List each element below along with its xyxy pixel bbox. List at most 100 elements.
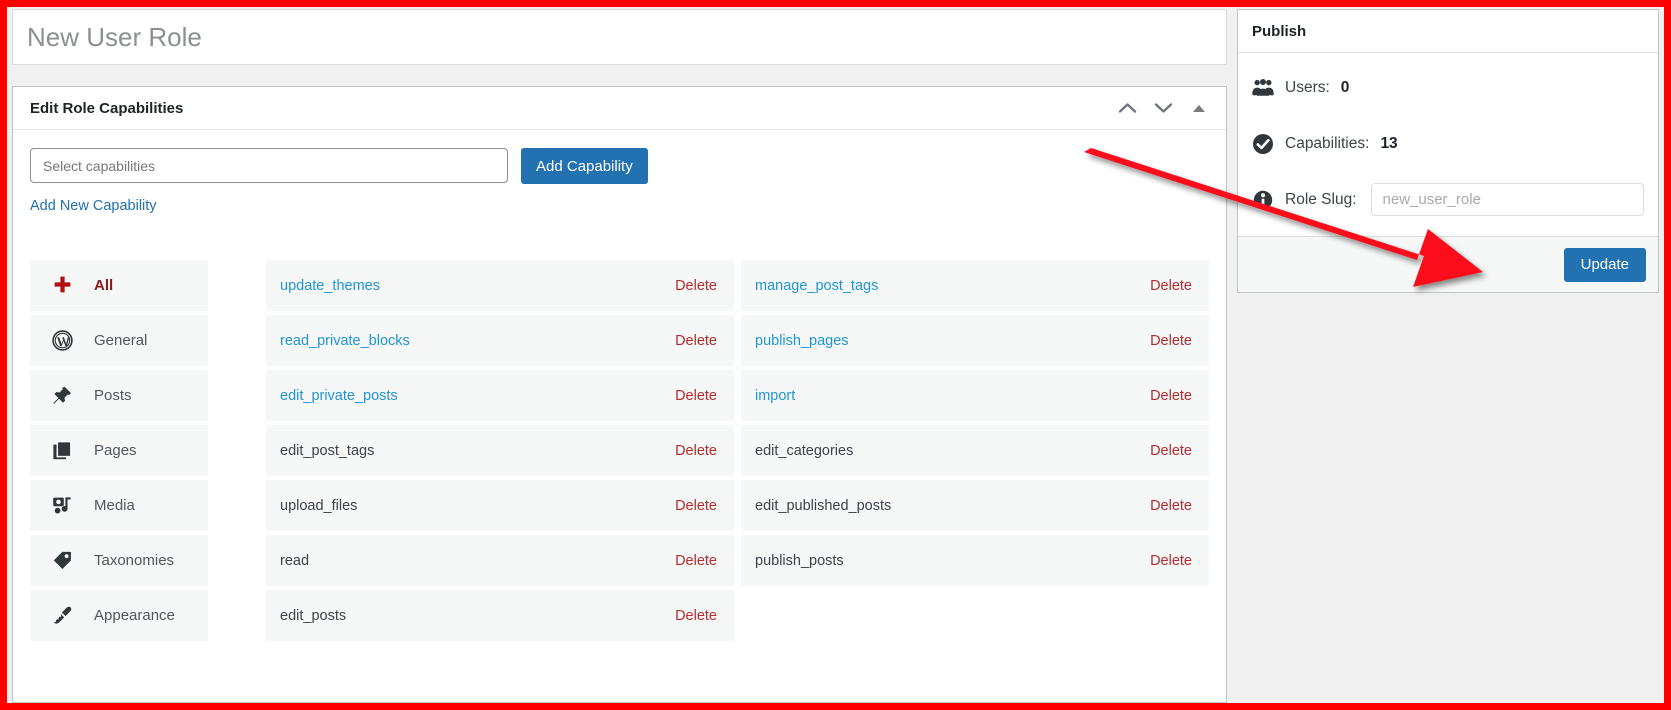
edit-role-capabilities-panel: Edit Role Capabilities (12, 86, 1227, 703)
capability-name[interactable]: update_themes (280, 278, 380, 294)
users-label: Users: (1285, 79, 1330, 97)
delete-capability-link[interactable]: Delete (675, 608, 717, 624)
select-capabilities-input[interactable] (30, 148, 508, 183)
capability-column: manage_post_tags Delete publish_pages Delet… (741, 260, 1209, 702)
brush-icon (52, 605, 73, 626)
triangle-up-icon (1193, 105, 1205, 112)
pages-icon (52, 440, 73, 461)
capability-row: publish_posts Delete (741, 535, 1209, 586)
capability-name: edit_published_posts (755, 498, 891, 514)
cap-tab-pages[interactable]: Pages (30, 425, 208, 476)
cap-tab-taxonomies[interactable]: Taxonomies (30, 535, 208, 586)
cap-tab-general[interactable]: General (30, 315, 208, 366)
capability-row: update_themes Delete (266, 260, 734, 311)
capability-name[interactable]: read_private_blocks (280, 333, 410, 349)
capability-row: edit_private_posts Delete (266, 370, 734, 421)
role-title-input[interactable] (13, 22, 1226, 53)
pin-icon (52, 385, 73, 406)
check-circle-icon (1252, 133, 1274, 155)
capability-name[interactable]: manage_post_tags (755, 278, 878, 294)
delete-capability-link[interactable]: Delete (1150, 278, 1192, 294)
capability-row: edit_posts Delete (266, 590, 734, 641)
role-title-box (12, 9, 1227, 65)
move-down-icon[interactable] (1148, 93, 1178, 123)
publish-panel: Publish Users: 0 (1237, 9, 1659, 293)
capabilities-area: All General Posts Pages Media Taxonomies Appea… (30, 260, 1209, 702)
delete-capability-link[interactable]: Delete (1150, 553, 1192, 569)
toggle-panel-icon[interactable] (1184, 93, 1214, 123)
cap-tab-appearance[interactable]: Appearance (30, 590, 208, 641)
cap-tab-label: Appearance (94, 607, 175, 624)
panel-heading: Edit Role Capabilities (30, 100, 1112, 117)
capability-row: manage_post_tags Delete (741, 260, 1209, 311)
cap-tab-posts[interactable]: Posts (30, 370, 208, 421)
plus-icon (52, 275, 73, 296)
panel-header-controls (1112, 93, 1214, 123)
sidebar-column: Publish Users: 0 (1232, 7, 1664, 703)
capability-name: publish_posts (755, 553, 844, 569)
info-key-icon (1252, 189, 1274, 211)
role-slug-row: Role Slug: (1252, 181, 1644, 218)
capability-name: edit_post_tags (280, 443, 374, 459)
panel-body: Add Capability Add New Capability All Gen… (13, 130, 1226, 702)
capability-name: read (280, 553, 309, 569)
capability-type-tabs: All General Posts Pages Media Taxonomies Appea… (30, 260, 208, 702)
panel-header: Edit Role Capabilities (13, 87, 1226, 130)
capability-row: read_private_blocks Delete (266, 315, 734, 366)
capabilities-label: Capabilities: (1285, 135, 1369, 153)
cap-tab-label: Media (94, 497, 135, 514)
delete-capability-link[interactable]: Delete (1150, 498, 1192, 514)
delete-capability-link[interactable]: Delete (675, 443, 717, 459)
role-slug-input[interactable] (1371, 183, 1644, 216)
capability-column: update_themes Delete read_private_blocks De… (266, 260, 734, 702)
capabilities-row: Capabilities: 13 (1252, 125, 1644, 162)
update-button[interactable]: Update (1564, 248, 1646, 282)
capability-name[interactable]: edit_private_posts (280, 388, 398, 404)
capability-row: publish_pages Delete (741, 315, 1209, 366)
cap-tab-label: Taxonomies (94, 552, 174, 569)
publish-body: Users: 0 Capabilities: 13 (1238, 53, 1658, 236)
delete-capability-link[interactable]: Delete (675, 388, 717, 404)
cap-tab-all[interactable]: All (30, 260, 208, 311)
capability-row-empty (741, 590, 1209, 641)
cap-tab-label: Posts (94, 387, 132, 404)
capability-name: upload_files (280, 498, 357, 514)
capability-name[interactable]: publish_pages (755, 333, 849, 349)
capability-columns: update_themes Delete read_private_blocks De… (208, 260, 1209, 702)
capability-row: edit_post_tags Delete (266, 425, 734, 476)
add-new-capability-link[interactable]: Add New Capability (30, 198, 1209, 214)
capability-name[interactable]: import (755, 388, 795, 404)
media-icon (52, 495, 73, 516)
capability-row: import Delete (741, 370, 1209, 421)
cap-tab-label: General (94, 332, 147, 349)
main-column: Edit Role Capabilities (7, 7, 1232, 703)
add-capability-row: Add Capability (30, 148, 1209, 184)
add-capability-button[interactable]: Add Capability (521, 148, 648, 184)
delete-capability-link[interactable]: Delete (675, 278, 717, 294)
delete-capability-link[interactable]: Delete (1150, 443, 1192, 459)
delete-capability-link[interactable]: Delete (1150, 388, 1192, 404)
capability-row: edit_published_posts Delete (741, 480, 1209, 531)
capabilities-count: 13 (1380, 135, 1397, 153)
users-row: Users: 0 (1252, 69, 1644, 106)
capability-name: edit_categories (755, 443, 853, 459)
delete-capability-link[interactable]: Delete (675, 333, 717, 349)
delete-capability-link[interactable]: Delete (675, 498, 717, 514)
wordpress-icon (52, 330, 73, 351)
delete-capability-link[interactable]: Delete (1150, 333, 1192, 349)
admin-page: Edit Role Capabilities (7, 7, 1664, 703)
cap-tab-label: Pages (94, 442, 137, 459)
users-group-icon (1252, 77, 1274, 99)
tag-icon (52, 550, 73, 571)
capability-row: read Delete (266, 535, 734, 586)
cap-tab-media[interactable]: Media (30, 480, 208, 531)
role-slug-label: Role Slug: (1285, 191, 1357, 209)
publish-footer: Update (1238, 236, 1658, 292)
delete-capability-link[interactable]: Delete (675, 553, 717, 569)
capability-name: edit_posts (280, 608, 346, 624)
capability-row: edit_categories Delete (741, 425, 1209, 476)
capability-row: upload_files Delete (266, 480, 734, 531)
users-count: 0 (1341, 79, 1350, 97)
move-up-icon[interactable] (1112, 93, 1142, 123)
publish-heading: Publish (1238, 10, 1658, 53)
